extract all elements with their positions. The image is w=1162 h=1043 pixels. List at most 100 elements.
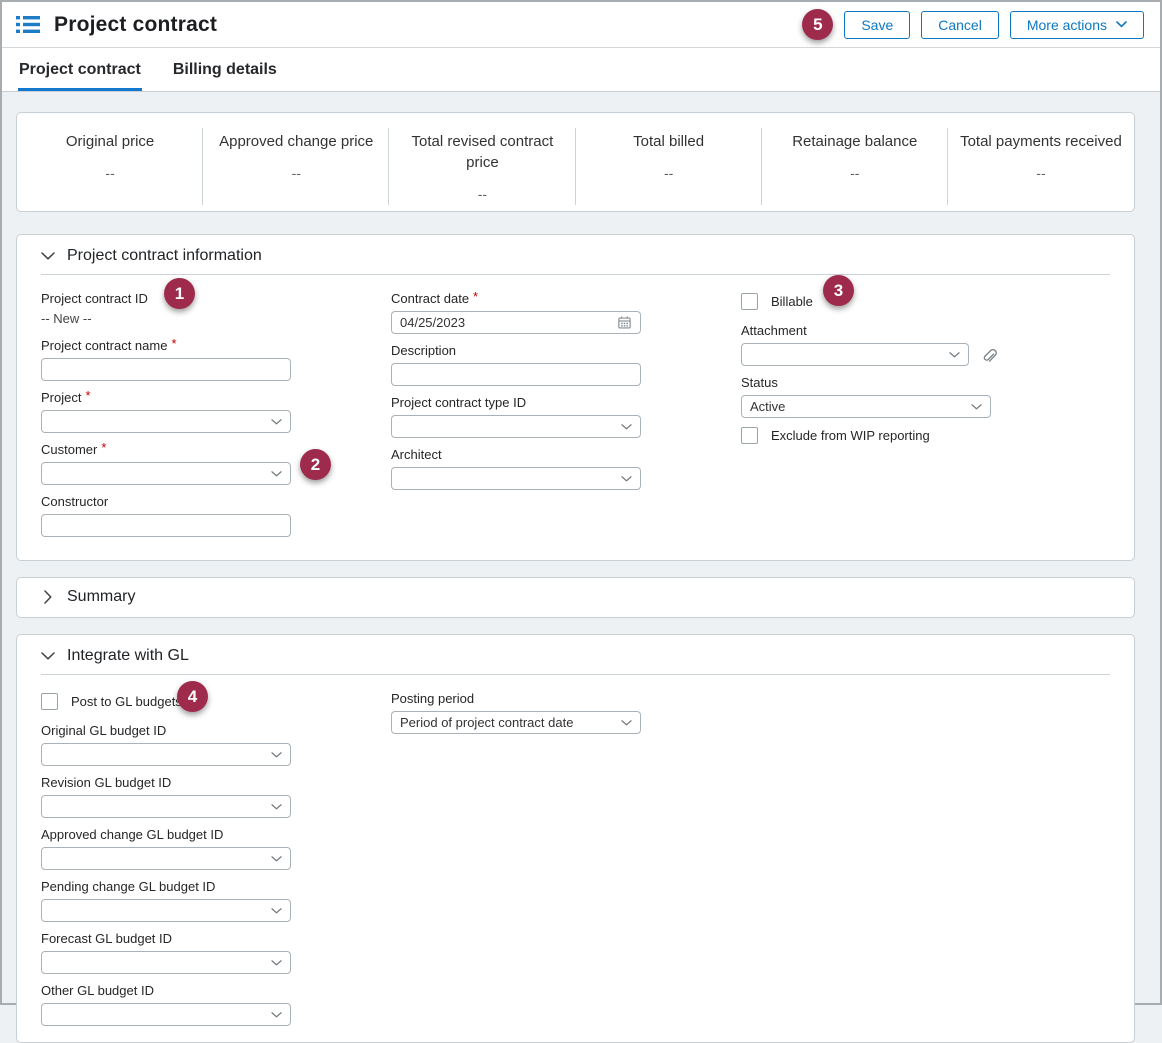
more-actions-button[interactable]: More actions <box>1010 11 1144 39</box>
chevron-down-icon <box>1116 21 1127 28</box>
chevron-down-icon <box>41 252 55 260</box>
section-contract-information: 1 2 3 Project contract information Proje… <box>16 234 1135 561</box>
column-left: Post to GL budgets Original GL budget ID… <box>41 691 291 1028</box>
select-value: Period of project contract date <box>400 715 573 730</box>
paperclip-icon[interactable] <box>979 346 997 364</box>
posting-period-label: Posting period <box>391 691 641 706</box>
cancel-button[interactable]: Cancel <box>921 11 999 39</box>
forecast-gl-budget-select[interactable] <box>41 951 291 974</box>
calendar-icon[interactable] <box>617 315 632 330</box>
label-text: Project <box>41 390 81 405</box>
required-marker: * <box>473 291 478 302</box>
band-label: Retainage balance <box>772 131 938 152</box>
title-bar: Project contract 5 Save Cancel More acti… <box>2 2 1160 48</box>
post-to-gl-budgets-checkbox[interactable] <box>41 693 58 710</box>
attachment-label: Attachment <box>741 323 1081 338</box>
project-contract-name-input[interactable] <box>41 358 291 381</box>
save-button[interactable]: Save <box>844 11 910 39</box>
pending-change-gl-budget-label: Pending change GL budget ID <box>41 879 291 894</box>
label-text: Contract date <box>391 291 469 306</box>
contract-date-label: Contract date * <box>391 291 641 306</box>
project-label: Project * <box>41 390 291 405</box>
band-approved-change-price: Approved change price -- <box>203 113 389 211</box>
chevron-down-icon <box>271 752 282 758</box>
band-value: -- <box>958 165 1124 181</box>
project-contract-type-select[interactable] <box>391 415 641 438</box>
page-content: Original price -- Approved change price … <box>2 92 1160 1043</box>
chevron-down-icon <box>271 1012 282 1018</box>
column-left: Project contract ID -- New -- Project co… <box>41 291 291 546</box>
required-marker: * <box>101 442 106 453</box>
label-text: Customer <box>41 442 97 457</box>
section-title: Summary <box>67 588 135 606</box>
menu-list-icon[interactable] <box>16 15 40 34</box>
constructor-input[interactable] <box>41 514 291 537</box>
band-label: Original price <box>27 131 193 152</box>
original-gl-budget-select[interactable] <box>41 743 291 766</box>
band-total-payments-received: Total payments received -- <box>948 113 1134 211</box>
chevron-right-icon <box>44 590 52 604</box>
architect-select[interactable] <box>391 467 641 490</box>
band-label: Total billed <box>586 131 752 152</box>
band-total-billed: Total billed -- <box>576 113 762 211</box>
band-value: -- <box>399 186 565 202</box>
callout-badge-2: 2 <box>300 449 331 480</box>
section-title: Integrate with GL <box>67 647 189 665</box>
chevron-down-icon <box>41 652 55 660</box>
billable-checkbox[interactable] <box>741 293 758 310</box>
band-retainage-balance: Retainage balance -- <box>762 113 948 211</box>
chevron-down-icon <box>621 424 632 430</box>
required-marker: * <box>171 338 176 349</box>
revision-gl-budget-select[interactable] <box>41 795 291 818</box>
posting-period-select[interactable]: Period of project contract date <box>391 711 641 734</box>
chevron-down-icon <box>621 476 632 482</box>
required-marker: * <box>85 390 90 401</box>
customer-label: Customer * <box>41 442 291 457</box>
callout-badge-3: 3 <box>823 275 854 306</box>
tab-project-contract[interactable]: Project contract <box>18 61 142 91</box>
chevron-down-icon <box>271 960 282 966</box>
exclude-wip-checkbox[interactable] <box>741 427 758 444</box>
more-actions-label: More actions <box>1027 17 1107 33</box>
page-title: Project contract <box>54 13 217 37</box>
description-input[interactable] <box>391 363 641 386</box>
band-value: -- <box>213 165 379 181</box>
approved-change-gl-budget-select[interactable] <box>41 847 291 870</box>
post-to-gl-budgets-label: Post to GL budgets <box>71 694 182 709</box>
other-gl-budget-label: Other GL budget ID <box>41 983 291 998</box>
band-label: Total revised contract price <box>402 131 562 173</box>
column-right: Billable Attachment <box>741 291 1081 546</box>
contract-date-input[interactable]: 04/25/2023 <box>391 311 641 334</box>
label-text: Project contract name <box>41 338 167 353</box>
status-select[interactable]: Active <box>741 395 991 418</box>
pending-change-gl-budget-select[interactable] <box>41 899 291 922</box>
section-integrate-gl: 4 Integrate with GL Post to GL budgets O… <box>16 634 1135 1043</box>
chevron-down-icon <box>971 404 982 410</box>
project-contract-name-label: Project contract name * <box>41 338 291 353</box>
section-title: Project contract information <box>67 247 262 265</box>
exclude-wip-label: Exclude from WIP reporting <box>771 428 930 443</box>
project-select[interactable] <box>41 410 291 433</box>
band-value: -- <box>772 165 938 181</box>
other-gl-budget-select[interactable] <box>41 1003 291 1026</box>
project-contract-id-value: -- New -- <box>41 311 291 326</box>
totals-band: Original price -- Approved change price … <box>16 112 1135 212</box>
band-value: -- <box>586 165 752 181</box>
select-value: Active <box>750 399 785 414</box>
status-label: Status <box>741 375 991 390</box>
section-header-integrate-gl[interactable]: Integrate with GL <box>41 647 1110 675</box>
band-label: Approved change price <box>213 131 379 152</box>
tab-billing-details[interactable]: Billing details <box>172 61 278 91</box>
revision-gl-budget-label: Revision GL budget ID <box>41 775 291 790</box>
section-header-contract-information[interactable]: Project contract information <box>41 247 1110 275</box>
chevron-down-icon <box>271 419 282 425</box>
attachment-select[interactable] <box>741 343 969 366</box>
section-header-summary[interactable]: Summary <box>41 588 1110 606</box>
customer-select[interactable] <box>41 462 291 485</box>
section-summary: Summary <box>16 577 1135 618</box>
callout-badge-1: 1 <box>164 278 195 309</box>
chevron-down-icon <box>271 908 282 914</box>
tab-bar: Project contract Billing details <box>2 48 1160 92</box>
callout-badge-4: 4 <box>177 681 208 712</box>
chevron-down-icon <box>271 804 282 810</box>
